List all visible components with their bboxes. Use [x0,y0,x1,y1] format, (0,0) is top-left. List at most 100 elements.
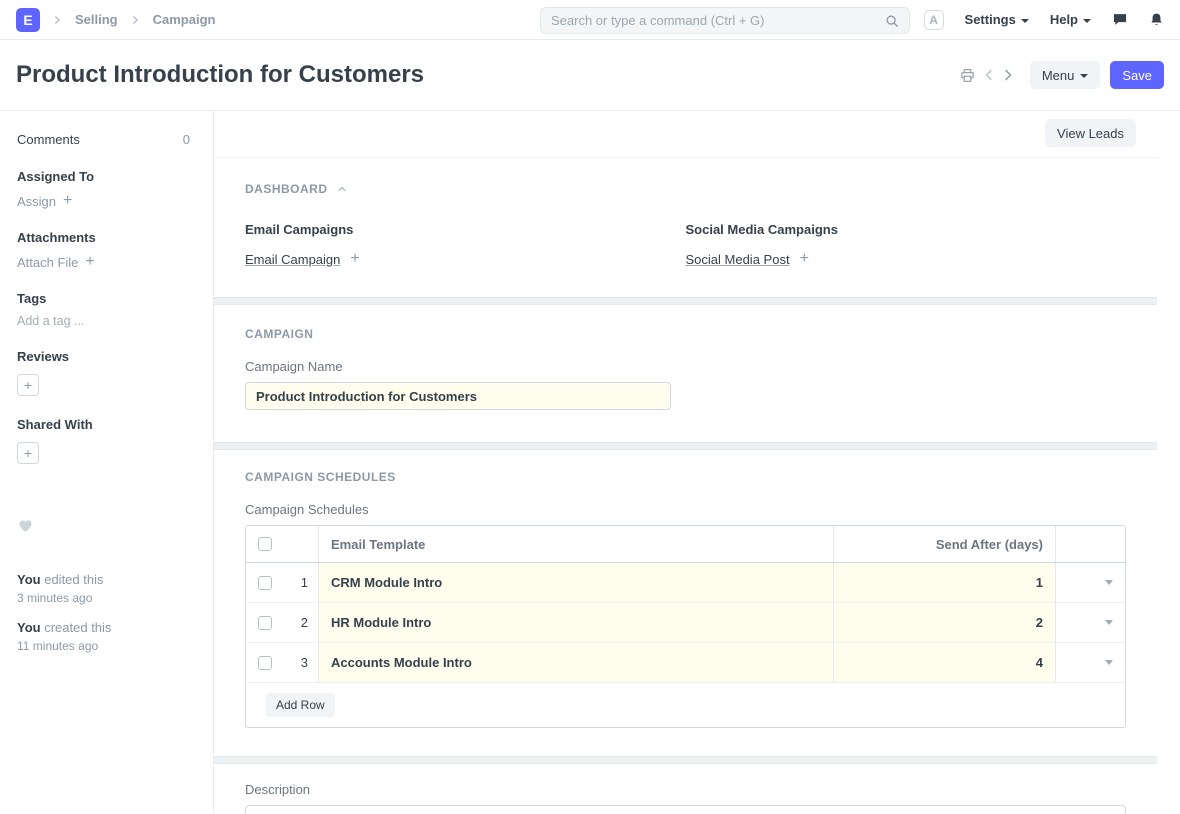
campaign-schedules-heading: CAMPAIGN SCHEDULES [245,470,396,484]
settings-label: Settings [965,12,1016,27]
inner-toolbar: View Leads [214,111,1157,158]
chevron-left-icon[interactable] [984,69,994,81]
grid-header-idx-cell [282,526,318,562]
chevron-down-icon [1021,19,1029,23]
help-menu[interactable]: Help [1050,12,1091,27]
attach-file-button[interactable]: Attach File + [17,254,95,270]
sidebar-item-comments[interactable]: Comments 0 [17,132,196,147]
navbar-actions: A Settings Help [924,10,1164,30]
breadcrumb-selling[interactable]: Selling [75,12,118,27]
page-head: Product Introduction for Customers Menu … [0,40,1180,111]
social-media-post-link[interactable]: Social Media Post [686,252,790,267]
table-row: 2 HR Module Intro 2 [246,603,1125,643]
menu-button-label: Menu [1042,68,1075,83]
chevron-right-icon [131,15,140,25]
description-textarea[interactable]: A Campaign for ERPNext Product Introduct… [245,805,1126,814]
chevron-right-icon[interactable] [1003,69,1013,81]
menu-button[interactable]: Menu [1030,61,1101,89]
email-template-cell[interactable]: HR Module Intro [318,603,833,642]
assign-button[interactable]: Assign + [17,193,72,209]
plus-icon: + [85,254,94,270]
breadcrumb-campaign[interactable]: Campaign [153,12,216,27]
sidebar-group-attachments: Attachments Attach File + [17,230,196,270]
section-divider [214,297,1157,305]
grid-header-checkbox-cell [246,526,282,562]
campaign-heading: CAMPAIGN [245,327,313,341]
row-checkbox[interactable] [258,616,272,630]
assign-label: Assign [17,194,56,209]
add-row-button[interactable]: Add Row [266,693,335,717]
navbar: E Selling Campaign A Settings Help [0,0,1180,40]
plus-icon[interactable]: + [350,251,359,267]
erpnext-logo[interactable]: E [16,8,40,32]
plus-icon: + [63,193,72,209]
email-template-cell[interactable]: CRM Module Intro [318,563,833,602]
row-checkbox[interactable] [258,576,272,590]
select-all-checkbox[interactable] [258,537,272,551]
row-checkbox[interactable] [258,656,272,670]
save-button[interactable]: Save [1110,61,1164,89]
settings-menu[interactable]: Settings [965,12,1029,27]
dashboard-col-social: Social Media Campaigns Social Media Post… [686,222,1127,267]
print-icon[interactable] [960,68,975,83]
send-after-cell[interactable]: 1 [833,563,1055,602]
row-expand-icon[interactable] [1105,620,1113,625]
attach-file-label: Attach File [17,255,78,270]
campaign-schedules-label: Campaign Schedules [245,502,1126,517]
share-button[interactable]: + [17,442,39,464]
section-campaign-schedules: CAMPAIGN SCHEDULES Campaign Schedules Em… [214,450,1157,756]
section-divider [214,756,1157,764]
section-dashboard: DASHBOARD Email Campaigns Email Campaign… [214,158,1157,297]
activity-action: edited this [44,572,103,587]
form-layout: Comments 0 Assigned To Assign + Attachme… [0,111,1180,813]
bell-icon[interactable] [1149,12,1164,28]
search-icon [885,14,899,28]
plus-icon: + [24,445,32,461]
send-after-cell[interactable]: 4 [833,643,1055,682]
campaign-name-input[interactable] [245,382,671,410]
email-campaign-link[interactable]: Email Campaign [245,252,340,267]
search-input[interactable] [551,13,885,28]
activity-when: 3 minutes ago [17,591,196,605]
sidebar-group-reviews: Reviews + [17,349,196,396]
global-search[interactable] [540,7,910,34]
social-media-campaigns-label: Social Media Campaigns [686,222,1127,237]
send-after-cell[interactable]: 2 [833,603,1055,642]
row-checkbox-cell [246,603,282,642]
grid-header-send-after: Send After (days) [833,526,1055,562]
comments-count-badge: 0 [183,132,190,147]
activity-log: You edited this 3 minutes ago You create… [17,572,196,653]
grid-header-toggle-cell [1055,526,1125,562]
email-template-cell[interactable]: Accounts Module Intro [318,643,833,682]
user-avatar[interactable]: A [924,10,944,30]
sidebar-group-assigned-to: Assigned To Assign + [17,169,196,209]
row-index: 3 [282,643,318,682]
section-description: Description A Campaign for ERPNext Produ… [214,764,1157,814]
page-title: Product Introduction for Customers [16,61,424,89]
chevron-down-icon [1080,74,1088,78]
row-expand-icon[interactable] [1105,660,1113,665]
row-toggle-cell [1055,603,1125,642]
view-leads-button[interactable]: View Leads [1045,119,1136,147]
row-index: 1 [282,563,318,602]
row-toggle-cell [1055,563,1125,602]
like-icon[interactable] [17,518,34,534]
add-review-button[interactable]: + [17,374,39,396]
row-checkbox-cell [246,643,282,682]
grid-header-email-template: Email Template [318,526,833,562]
campaign-name-label: Campaign Name [245,359,1126,374]
chat-icon[interactable] [1112,12,1128,27]
row-expand-icon[interactable] [1105,580,1113,585]
table-row: 1 CRM Module Intro 1 [246,563,1125,603]
activity-who: You [17,572,41,587]
plus-icon[interactable]: + [800,251,809,267]
assigned-to-heading: Assigned To [17,169,196,184]
sidebar-group-tags: Tags Add a tag ... [17,291,196,328]
chevron-right-icon [53,15,62,25]
sidebar-group-shared-with: Shared With + [17,417,196,464]
add-tag-input[interactable]: Add a tag ... [17,314,196,328]
section-divider [214,442,1157,450]
activity-item: You edited this 3 minutes ago [17,572,196,605]
page-actions: Menu Save [960,61,1164,89]
chevron-up-icon[interactable] [337,184,347,194]
